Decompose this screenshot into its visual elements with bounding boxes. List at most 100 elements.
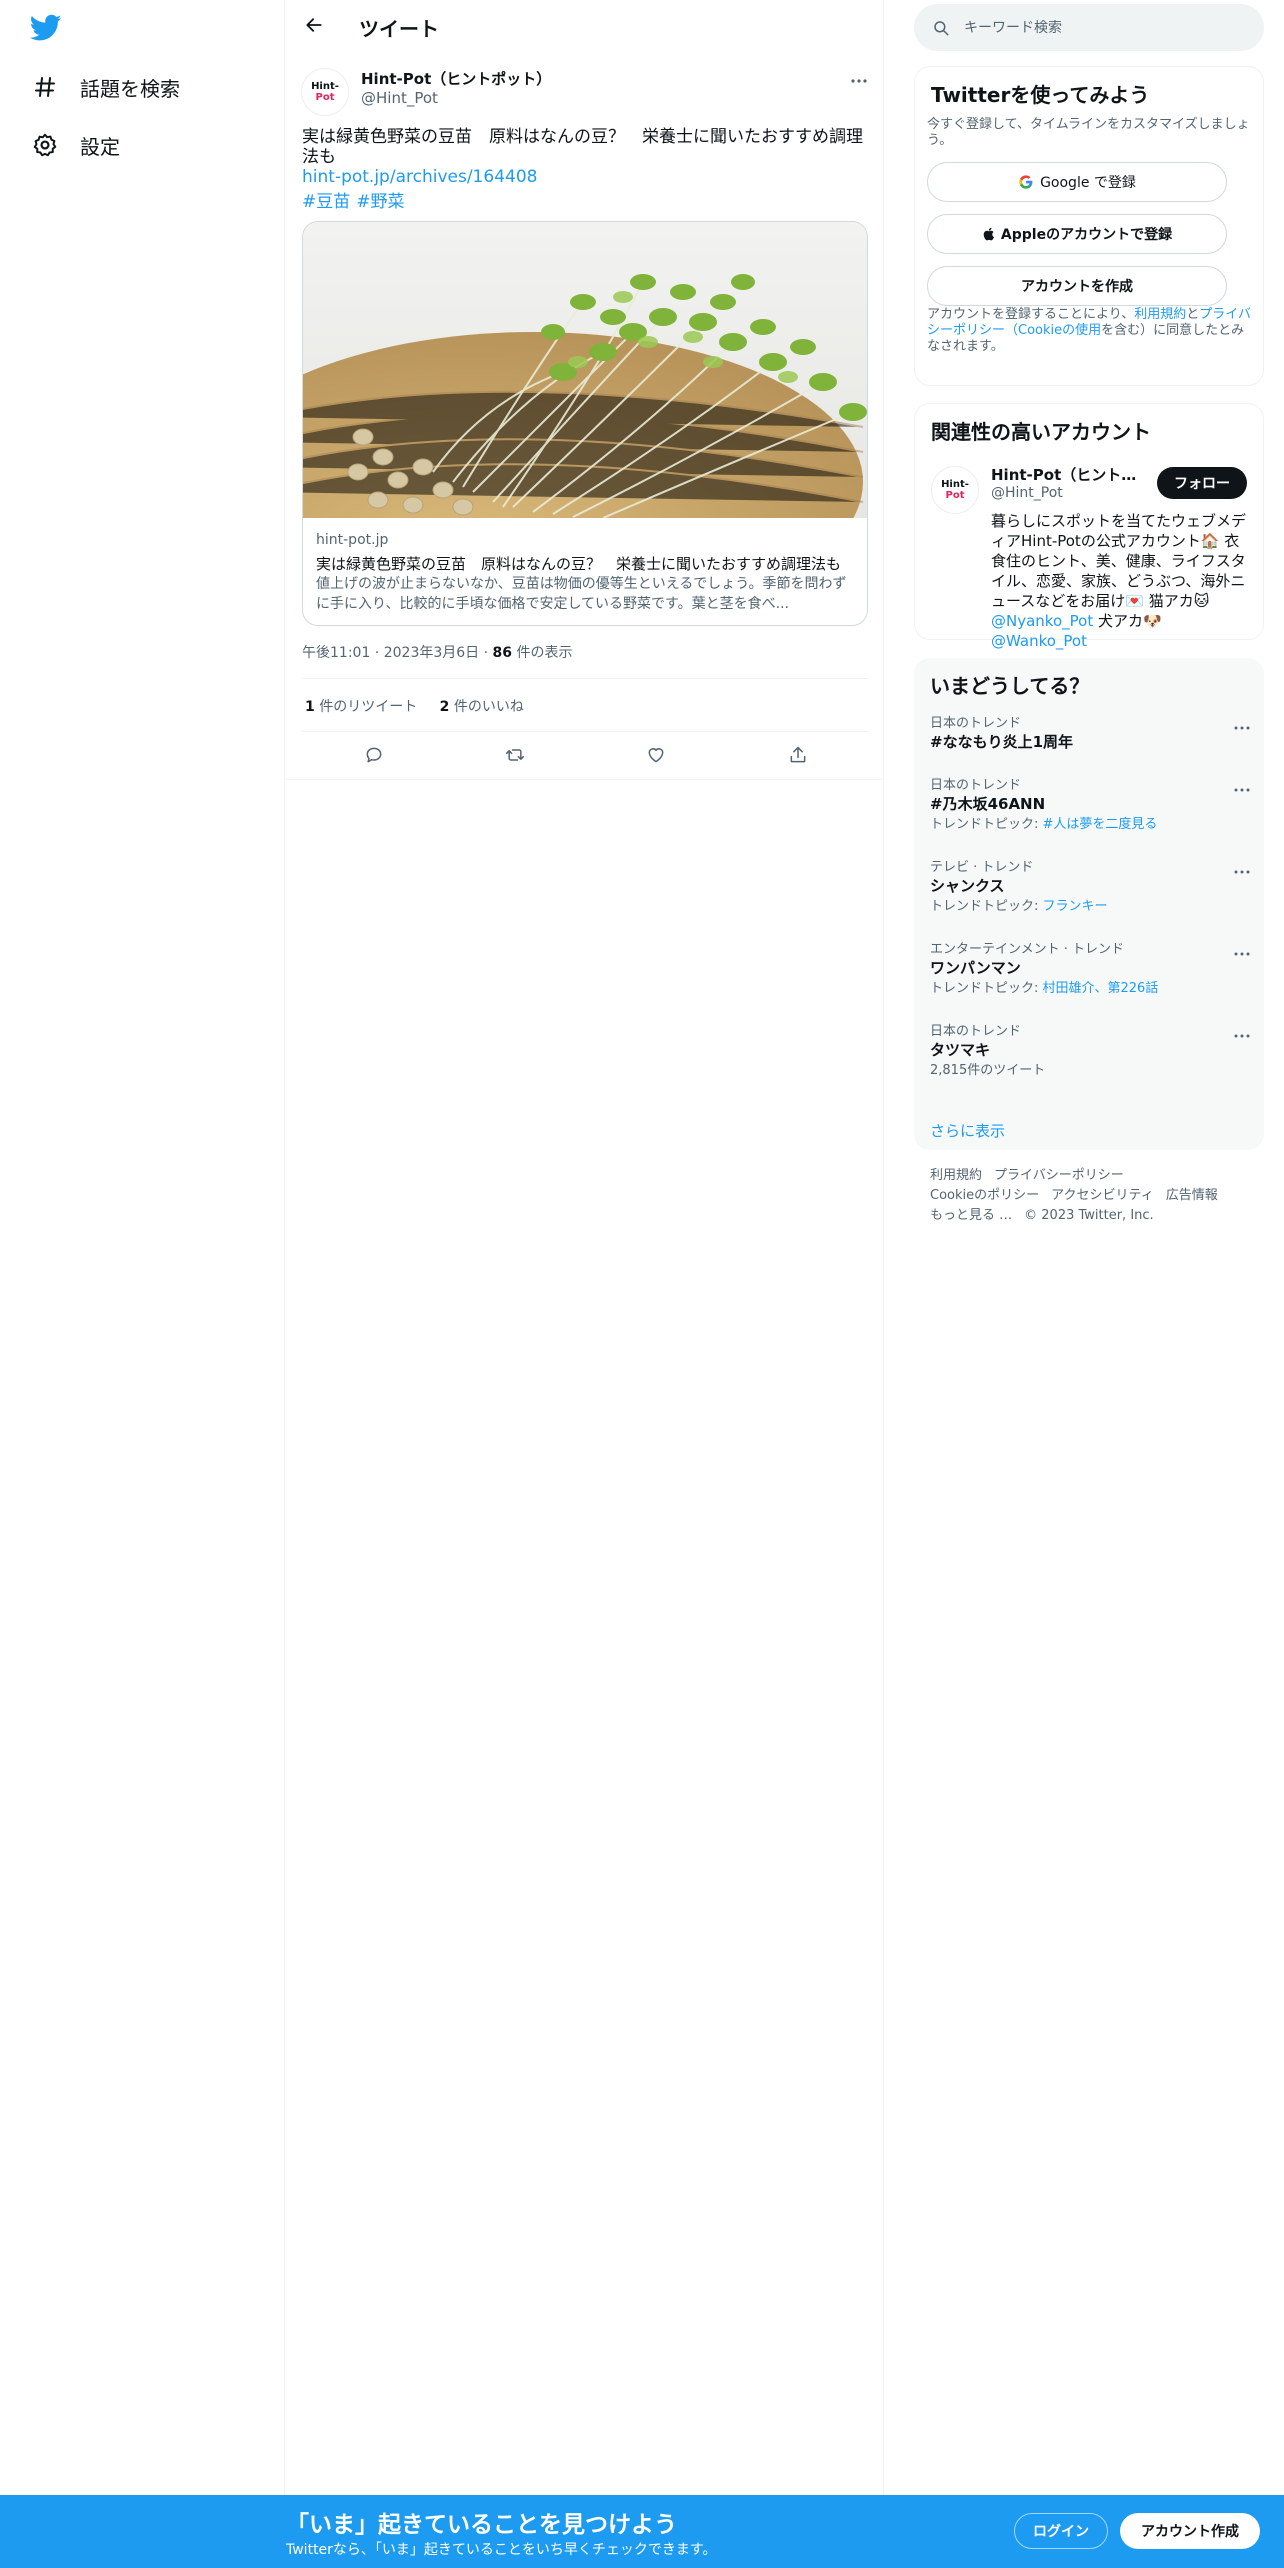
apple-signup-label: Appleのアカウントで登録	[1000, 227, 1173, 243]
nav-item-settings[interactable]: 設定	[30, 125, 120, 165]
main-column: ツイート Hint- Pot Hint-Pot（ヒントポット） @Hint_Po…	[285, 0, 884, 2568]
footer-link[interactable]: プライバシーポリシー	[994, 1168, 1124, 1183]
trend-item[interactable]: 日本のトレンド タツマキ 2,815件のツイート	[930, 1024, 1260, 1080]
tweet-actions	[302, 740, 868, 774]
trend-extra: トレンドトピック: #人は夢を二度見る	[930, 816, 1260, 834]
footer-link[interactable]: 広告情報	[1166, 1188, 1218, 1203]
like-button[interactable]	[639, 740, 673, 774]
trend-item[interactable]: エンターテインメント · トレンド ワンパンマン トレンドトピック: 村田雄介、…	[930, 942, 1260, 998]
tweet-time[interactable]: 午後11:01	[302, 645, 370, 661]
likes-count: 2	[439, 699, 450, 715]
hashtag-link[interactable]: #野菜	[356, 192, 404, 212]
more-dots-icon[interactable]	[1230, 1026, 1254, 1046]
signup-button[interactable]: アカウント作成	[1120, 2513, 1260, 2549]
tweet-link[interactable]: hint-pot.jp/archives/164408	[302, 167, 537, 187]
signup-panel: Twitterを使ってみよう 今すぐ登録して、タイムラインをカスタマイズしましょ…	[914, 66, 1264, 386]
trend-name: #ななもり炎上1周年	[930, 733, 1074, 751]
login-button[interactable]: ログイン	[1014, 2513, 1108, 2549]
tweet-date[interactable]: 2023年3月6日	[384, 645, 479, 661]
retweets-stat[interactable]: 1 件のリツイート	[305, 699, 417, 715]
create-account-button[interactable]: アカウントを作成	[927, 266, 1227, 306]
trend-extra: トレンドトピック: 村田雄介、第226話	[930, 980, 1260, 998]
terms-link[interactable]: 利用規約	[1134, 307, 1186, 322]
trend-category: 日本のトレンド	[930, 716, 1022, 731]
trend-extra: トレンドトピック: フランキー	[930, 898, 1260, 916]
author-avatar[interactable]: Hint- Pot	[301, 68, 349, 116]
related-handle[interactable]: @Hint_Pot	[991, 485, 1063, 501]
google-signup-label: Google で登録	[1040, 175, 1136, 191]
trend-item[interactable]: 日本のトレンド #ななもり炎上1周年	[930, 716, 1260, 752]
author-handle[interactable]: @Hint_Pot	[361, 89, 438, 107]
bio-link-wanko[interactable]: @Wanko_Pot	[991, 632, 1087, 650]
footer-link[interactable]: アクセシビリティ	[1051, 1188, 1154, 1203]
trends-panel: いまどうしてる？ 日本のトレンド #ななもり炎上1周年 日本のトレンド #乃木坂…	[914, 658, 1264, 1150]
retweet-button[interactable]	[498, 740, 532, 774]
divider	[285, 779, 884, 780]
avatar-logo-text: Pot	[315, 92, 335, 103]
trend-category: 日本のトレンド	[930, 1024, 1022, 1039]
gear-icon	[30, 130, 60, 160]
link-card[interactable]: hint-pot.jp 実は緑黄色野菜の豆苗 原料はなんの豆？ 栄養士に聞いたお…	[302, 221, 868, 626]
search-box[interactable]	[914, 4, 1264, 51]
avatar-logo-text: Pot	[945, 490, 965, 501]
trend-item[interactable]: テレビ · トレンド シャンクス トレンドトピック: フランキー	[930, 860, 1260, 916]
bio-text: 犬アカ🐶	[1093, 612, 1162, 630]
views-label: 件の表示	[516, 645, 573, 661]
back-button[interactable]	[297, 10, 331, 44]
right-sidebar: Twitterを使ってみよう 今すぐ登録して、タイムラインをカスタマイズしましょ…	[884, 0, 1284, 2568]
more-dots-icon[interactable]	[1230, 780, 1254, 800]
reply-icon	[364, 745, 384, 769]
nav-item-explore[interactable]: 話題を検索	[30, 67, 180, 107]
create-account-label: アカウントを作成	[1021, 279, 1133, 295]
more-dots-icon[interactable]	[1230, 862, 1254, 882]
footer-link[interactable]: 利用規約	[930, 1168, 982, 1183]
trend-name: シャンクス	[930, 877, 1005, 895]
divider	[302, 731, 868, 732]
related-name[interactable]: Hint-Pot（ヒントポット）	[991, 464, 1141, 485]
tweet-stats: 1 件のリツイート 2 件のいいね	[305, 696, 542, 716]
page-title: ツイート	[359, 17, 439, 41]
bio-link-nyanko[interactable]: @Nyanko_Pot	[991, 612, 1093, 630]
show-more-link[interactable]: さらに表示	[930, 1120, 1005, 1141]
nav-item-label: 話題を検索	[80, 76, 180, 101]
nav-item-label: 設定	[80, 134, 120, 159]
trend-topic-link[interactable]: フランキー	[1043, 899, 1108, 914]
trend-extra: 2,815件のツイート	[930, 1062, 1260, 1080]
footer-link[interactable]: Cookieのポリシー	[930, 1188, 1039, 1203]
legal-text: アカウントを登録することにより、	[927, 307, 1135, 322]
likes-stat[interactable]: 2 件のいいね	[440, 699, 524, 715]
retweet-icon	[504, 745, 526, 769]
share-button[interactable]	[781, 740, 815, 774]
more-dots-icon[interactable]	[1230, 718, 1254, 738]
twitter-bird-icon[interactable]	[29, 14, 70, 44]
copyright: © 2023 Twitter, Inc.	[1024, 1208, 1154, 1223]
trend-name: #乃木坂46ANN	[930, 795, 1046, 813]
more-dots-icon[interactable]	[1230, 944, 1254, 964]
more-options-button[interactable]	[844, 66, 874, 90]
hashtag-link[interactable]: #豆苗	[302, 192, 350, 212]
trend-topic-link[interactable]: #人は夢を二度見る	[1043, 817, 1158, 832]
apple-signup-button[interactable]: Appleのアカウントで登録	[927, 214, 1227, 254]
retweets-label: 件のリツイート	[319, 699, 418, 715]
avatar-logo-text: Hint-	[941, 479, 969, 490]
heart-icon	[646, 745, 666, 769]
tweet-text: 実は緑黄色野菜の豆苗 原料はなんの豆？ 栄養士に聞いたおすすめ調理法も	[302, 127, 863, 167]
trend-name: ワンパンマン	[930, 959, 1021, 977]
trend-topic-link[interactable]: 村田雄介、第226話	[1043, 981, 1159, 996]
views-count: 86	[492, 645, 513, 661]
related-bio: 暮らしにスポットを当てたウェブメディアHint-Potの公式アカウント🏠 衣食住…	[991, 511, 1253, 651]
trend-item[interactable]: 日本のトレンド #乃木坂46ANN トレンドトピック: #人は夢を二度見る	[930, 778, 1260, 834]
search-input[interactable]	[964, 19, 1244, 36]
trend-category: テレビ · トレンド	[930, 860, 1034, 875]
related-accounts-panel: 関連性の高いアカウント Hint- Pot Hint-Pot（ヒントポット） @…	[914, 403, 1264, 650]
card-domain: hint-pot.jp	[316, 532, 389, 548]
trend-category: 日本のトレンド	[930, 778, 1022, 793]
related-avatar[interactable]: Hint- Pot	[931, 466, 979, 514]
retweets-count: 1	[305, 699, 315, 715]
bio-text: 暮らしにスポットを当てたウェブメディアHint-Potの公式アカウント🏠 衣食住…	[991, 512, 1247, 610]
follow-button[interactable]: フォロー	[1157, 467, 1247, 499]
footer-link[interactable]: もっと見る …	[930, 1208, 1012, 1223]
google-signup-button[interactable]: Google で登録	[927, 162, 1227, 202]
author-name[interactable]: Hint-Pot（ヒントポット）	[361, 68, 551, 89]
reply-button[interactable]	[357, 740, 391, 774]
